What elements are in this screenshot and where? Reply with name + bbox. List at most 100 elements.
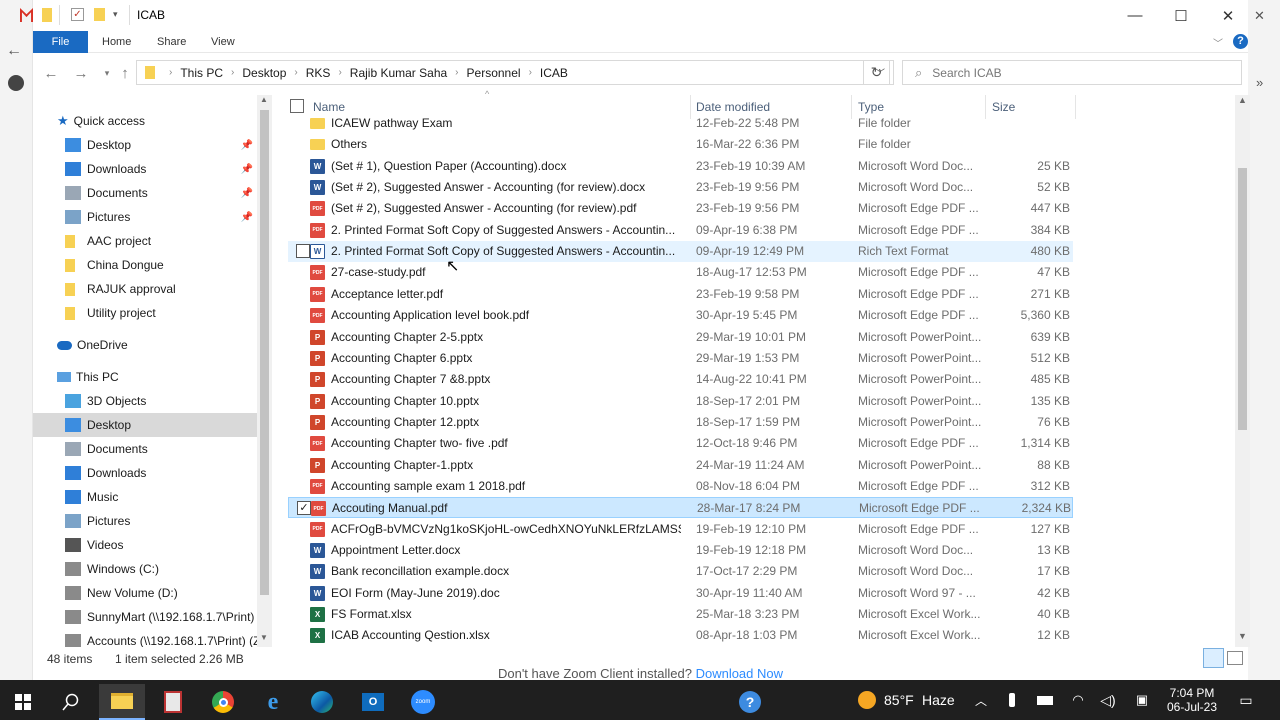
file-list-scroll-thumb[interactable] [1238, 168, 1247, 430]
file-row[interactable]: PDF Accounting Chapter two- five .pdf 12-O… [288, 433, 1073, 454]
expand-icon[interactable]: » [1256, 75, 1263, 90]
file-row[interactable]: W (Set # 1), Question Paper (Accounting).… [288, 156, 1073, 177]
file-row[interactable]: Others 16-Mar-22 6:36 PM File folder [288, 134, 1073, 155]
chevron-right-icon[interactable]: › [231, 67, 234, 78]
chevron-right-icon[interactable]: › [294, 67, 297, 78]
weather-temperature[interactable]: 85°F [884, 680, 914, 720]
browser-back-icon[interactable]: ← [6, 42, 22, 60]
refresh-button[interactable]: ↻ [863, 60, 890, 85]
file-row[interactable]: X FS Format.xlsx 25-Mar-18 3:23 PM Microsof… [288, 604, 1073, 625]
volume-icon[interactable]: ◁) [1098, 680, 1118, 720]
row-checkbox[interactable]: ✓ [297, 501, 311, 516]
tab-share[interactable]: Share [145, 31, 198, 53]
file-row[interactable]: PDF ACFrOgB-bVMCVzNg1koSKjoHL-owCedhXNOYu… [288, 519, 1073, 540]
search-icon[interactable] [48, 684, 94, 720]
file-row[interactable]: PDF 27-case-study.pdf 18-Aug-17 12:53 PM Mi… [288, 262, 1073, 283]
pin-icon[interactable]: 📌 [241, 164, 253, 175]
row-checkbox[interactable] [296, 244, 310, 259]
nav-quick-rajuk-approval[interactable]: RAJUK approval [33, 277, 257, 301]
up-arrow-icon[interactable]: ↑ [113, 61, 137, 85]
file-row[interactable]: PDF 2. Printed Format Soft Copy of Sugges… [288, 220, 1073, 241]
back-arrow-icon[interactable]: ← [39, 61, 63, 85]
weather-description[interactable]: Haze [922, 680, 955, 720]
new-folder-icon[interactable] [94, 8, 105, 21]
tab-home[interactable]: Home [90, 31, 143, 53]
properties-icon[interactable]: ✓ [71, 8, 84, 21]
pin-icon[interactable]: 📌 [241, 212, 253, 223]
breadcrumb-rks[interactable]: RKS [306, 66, 331, 80]
scroll-down-icon[interactable]: ▼ [1238, 631, 1247, 641]
details-view-icon[interactable] [1203, 648, 1224, 668]
maximize-button[interactable]: ☐ [1158, 0, 1204, 31]
nav-pc-videos[interactable]: Videos [33, 533, 257, 557]
nav-onedrive[interactable]: OneDrive [57, 333, 273, 357]
ie-icon[interactable]: e [250, 684, 296, 720]
outlook-icon[interactable]: O [350, 684, 396, 720]
breadcrumb-rajib[interactable]: Rajib Kumar Saha [350, 66, 447, 80]
file-row[interactable]: P Accounting Chapter 12.pptx 18-Sep-17 1:5… [288, 412, 1073, 433]
file-row[interactable]: P Accounting Chapter-1.pptx 24-Mar-19 11:2… [288, 455, 1073, 476]
chevron-right-icon[interactable]: › [338, 67, 341, 78]
wifi-icon[interactable]: ◠ [1068, 680, 1088, 720]
file-row[interactable]: PDF (Set # 2), Suggested Answer - Account… [288, 198, 1073, 219]
file-row[interactable]: W Appointment Letter.docx 19-Feb-19 12:18 … [288, 540, 1073, 561]
clock[interactable]: 7:04 PM 06-Jul-23 [1162, 680, 1222, 720]
address-bar[interactable]: › This PC › Desktop › RKS › Rajib Kumar … [136, 60, 894, 85]
nav-quick-access[interactable]: ★ Quick access [57, 109, 273, 133]
help-icon[interactable]: ? [727, 684, 773, 720]
search-box[interactable]: ⌕ [902, 60, 1242, 85]
nav-scroll-thumb[interactable] [260, 110, 269, 595]
tab-file[interactable]: File [33, 31, 88, 53]
pin-icon[interactable]: 📌 [241, 140, 253, 151]
nav-pc-pictures[interactable]: Pictures [33, 509, 257, 533]
breadcrumb-desktop[interactable]: Desktop [242, 66, 286, 80]
tab-view[interactable]: View [199, 31, 247, 53]
file-row[interactable]: ICAEW pathway Exam 12-Feb-22 5:48 PM File … [288, 114, 1073, 134]
nav-pc-accounts-192-168-1-7-print-z[interactable]: Accounts (\\192.168.1.7\Print) (Z: [33, 629, 257, 647]
nav-quick-china-dongue[interactable]: China Dongue [33, 253, 257, 277]
close-button[interactable]: ✕ [1205, 0, 1251, 31]
nav-pc-new-volume-d[interactable]: New Volume (D:) [33, 581, 257, 605]
file-row[interactable]: PDF Accounting sample exam 1 2018.pdf 08-N… [288, 476, 1073, 497]
chevron-down-icon[interactable]: ﹀ [1213, 35, 1223, 50]
nav-quick-pictures[interactable]: Pictures 📌 [33, 205, 257, 229]
start-icon[interactable] [0, 684, 46, 720]
battery-icon[interactable] [1035, 680, 1055, 720]
nav-quick-utility-project[interactable]: Utility project [33, 301, 257, 325]
file-row[interactable]: ✓ PDF Accouting Manual.pdf 28-Mar-17 8:24 P… [288, 497, 1073, 519]
nav-pc-sunnymart-192-168-1-7-print[interactable]: SunnyMart (\\192.168.1.7\Print) ( [33, 605, 257, 629]
file-row[interactable]: W EOI Form (May-June 2019).doc 30-Apr-19 1… [288, 583, 1073, 604]
chevron-right-icon[interactable]: › [529, 67, 532, 78]
nav-quick-aac-project[interactable]: AAC project [33, 229, 257, 253]
chevron-right-icon[interactable]: › [169, 67, 172, 78]
help-icon[interactable]: ? [1233, 34, 1248, 49]
meet-now-icon[interactable]: ▣ [1132, 680, 1152, 720]
chrome-icon[interactable] [200, 684, 246, 720]
zoom-icon[interactable]: zoom [400, 684, 446, 720]
weather-icon[interactable] [855, 680, 879, 720]
nav-quick-documents[interactable]: Documents 📌 [33, 181, 257, 205]
notepad-icon[interactable] [150, 684, 196, 720]
nav-pc-music[interactable]: Music [33, 485, 257, 509]
search-input[interactable] [932, 65, 1213, 80]
nav-this-pc[interactable]: This PC [57, 365, 273, 389]
file-row[interactable]: P Accounting Chapter 10.pptx 18-Sep-17 2:0… [288, 391, 1073, 412]
file-row[interactable]: P Accounting Chapter 6.pptx 29-Mar-19 1:53… [288, 348, 1073, 369]
scroll-down-icon[interactable]: ▼ [260, 633, 268, 642]
file-row[interactable]: W (Set # 2), Suggested Answer - Accountin… [288, 177, 1073, 198]
nav-pc-desktop[interactable]: Desktop [33, 413, 257, 437]
close-icon[interactable]: ✕ [1254, 8, 1265, 24]
nav-pc-downloads[interactable]: Downloads [33, 461, 257, 485]
download-now-link[interactable]: Download Now [696, 666, 783, 680]
breadcrumb-icab[interactable]: ICAB [540, 66, 568, 80]
breadcrumb-this-pc[interactable]: This PC [180, 66, 223, 80]
breadcrumb-personnel[interactable]: Personnel [467, 66, 521, 80]
gmail-icon[interactable] [20, 8, 33, 22]
minimize-button[interactable]: — [1112, 0, 1158, 31]
forward-arrow-icon[interactable]: → [69, 61, 93, 85]
edge-icon[interactable] [299, 684, 345, 720]
file-row[interactable]: P Accounting Chapter 7 &8.pptx 14-Aug-22 1… [288, 369, 1073, 390]
usb-icon[interactable] [1005, 680, 1019, 720]
file-row[interactable]: PDF Acceptance letter.pdf 23-Feb-19 9:58 P… [288, 284, 1073, 305]
large-icons-view-icon[interactable] [1227, 651, 1243, 665]
